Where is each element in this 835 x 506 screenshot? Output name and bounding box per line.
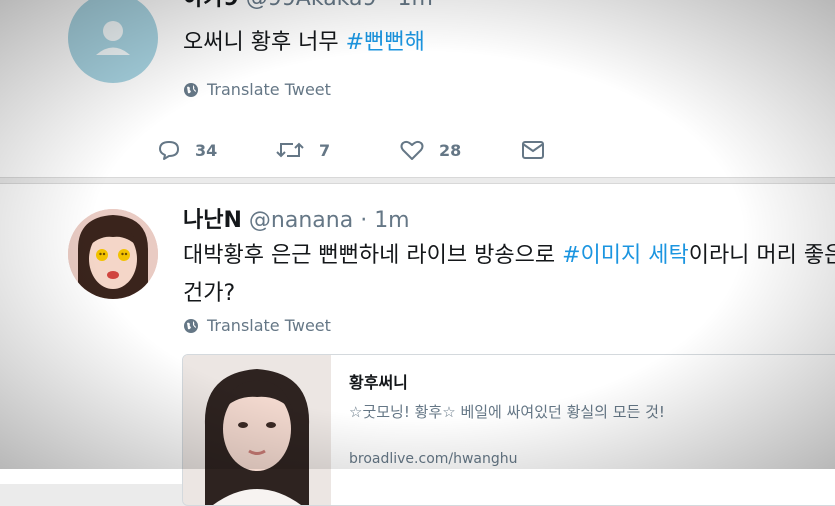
retweet-count: 7 xyxy=(319,140,331,160)
default-profile-icon xyxy=(96,21,130,55)
tweet-actions: 34 7 28 xyxy=(157,138,545,162)
card-title: 황후써니 xyxy=(349,373,408,392)
translate-tweet-link[interactable]: Translate Tweet xyxy=(183,80,331,99)
user-handle[interactable]: @99Akaka9 xyxy=(246,0,377,11)
globe-icon xyxy=(184,318,198,333)
reply-count: 34 xyxy=(195,140,218,160)
tweet-card[interactable]: 나난N @nanana · 1m 대박황후 은근 뻔뻔하네 라이브 방송으로 #… xyxy=(0,183,835,506)
separator-dot: · xyxy=(384,0,391,11)
tweet-text-plain: 오써니 황후 너무 xyxy=(183,30,346,55)
tweet-header: 야캬9 @99Akaka9 · 1m xyxy=(183,0,433,12)
card-thumbnail xyxy=(183,355,331,505)
user-avatar[interactable] xyxy=(68,209,158,299)
avatar-photo xyxy=(68,209,158,299)
direct-message-button[interactable] xyxy=(521,140,545,160)
translate-label: Translate Tweet xyxy=(207,80,331,99)
envelope-icon xyxy=(522,141,544,159)
user-handle[interactable]: @nanana xyxy=(249,208,353,233)
link-preview-card[interactable]: 황후써니 ☆굿모닝! 황후☆ 베일에 싸여있던 황실의 모든 것! broadl… xyxy=(182,354,835,506)
retweet-icon xyxy=(276,142,304,158)
reply-icon xyxy=(159,141,179,160)
translate-label: Translate Tweet xyxy=(207,316,331,335)
reply-button[interactable]: 34 xyxy=(157,139,275,161)
tweet-text-before: 대박황후 은근 뻔뻔하네 라이브 방송으로 xyxy=(183,243,563,268)
card-thumbnail-photo xyxy=(183,355,331,505)
tweet-card[interactable]: 야캬9 @99Akaka9 · 1m 오써니 황후 너무 #뻔뻔해 Transl… xyxy=(0,0,835,178)
tweet-header: 나난N @nanana · 1m xyxy=(183,202,410,234)
display-name[interactable]: 나난N xyxy=(183,208,242,233)
card-url: broadlive.com/hwanghu xyxy=(349,451,518,467)
heart-icon xyxy=(400,140,424,160)
retweet-button[interactable]: 7 xyxy=(275,139,399,161)
display-name[interactable]: 야캬9 xyxy=(183,0,239,11)
card-description: ☆굿모닝! 황후☆ 베일에 싸여있던 황실의 모든 것! xyxy=(349,403,665,421)
translate-tweet-link[interactable]: Translate Tweet xyxy=(183,316,331,335)
hashtag-link[interactable]: #이미지 세탁 xyxy=(562,243,689,268)
timestamp[interactable]: 1m xyxy=(398,0,433,11)
like-button[interactable]: 28 xyxy=(399,138,521,162)
like-count: 28 xyxy=(439,140,462,160)
tweet-text: 대박황후 은근 뻔뻔하네 라이브 방송으로 #이미지 세탁이라니 머리 좋은건가… xyxy=(183,237,835,313)
hashtag-link[interactable]: #뻔뻔해 xyxy=(346,30,425,55)
separator-dot: · xyxy=(360,208,368,233)
tweet-text: 오써니 황후 너무 #뻔뻔해 xyxy=(183,24,425,62)
timestamp[interactable]: 1m xyxy=(374,208,409,233)
default-avatar[interactable] xyxy=(68,0,158,83)
globe-icon xyxy=(184,82,198,97)
